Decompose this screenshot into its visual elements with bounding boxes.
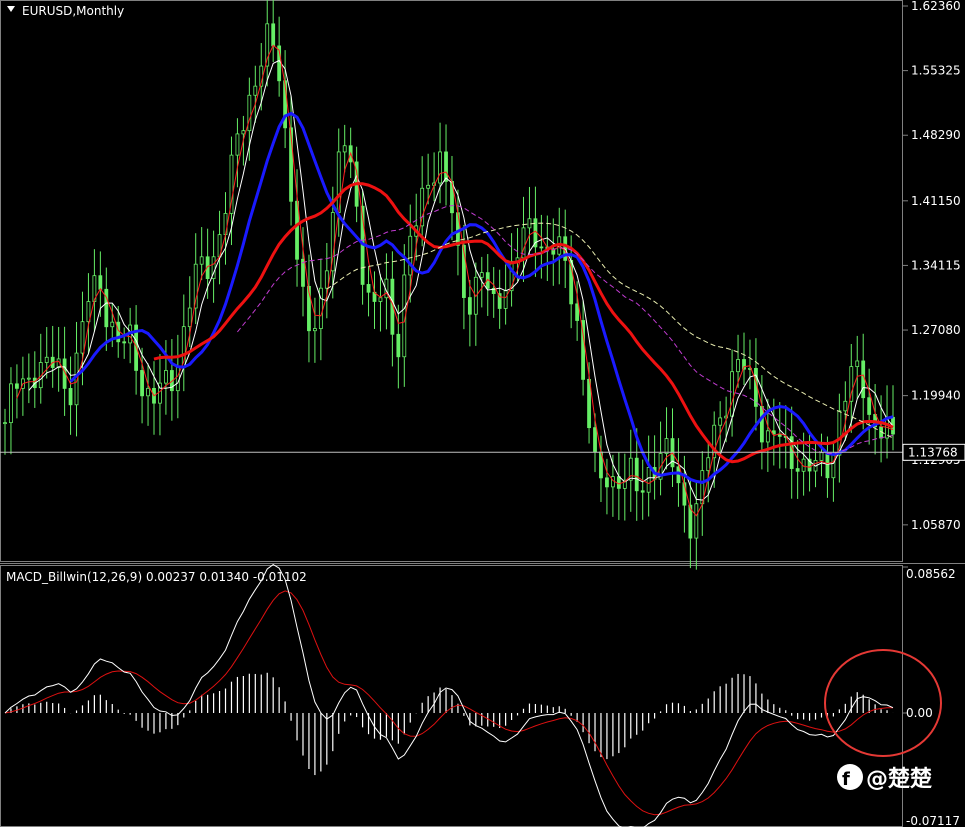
candle-body (765, 430, 770, 443)
price-tick-label: 1.55325 (911, 64, 961, 78)
candle-body (396, 333, 401, 358)
macd-tick-label: -0.07117 (906, 814, 960, 827)
candle-body (706, 457, 711, 472)
current-price-label: 1.13768 (908, 445, 958, 459)
macd-tick-label: 0.08562 (906, 567, 956, 581)
candle-body (426, 184, 431, 189)
macd-title: MACD_Billwin(12,26,9) 0.00237 0.01340 -0… (6, 570, 307, 584)
candle-body (164, 370, 168, 384)
candle-body (122, 341, 127, 344)
watermark: f @楚楚 (837, 764, 932, 792)
candle-body (861, 360, 866, 399)
candle-body (324, 270, 329, 289)
price-tick-label: 1.62360 (911, 0, 961, 13)
candle-body (26, 377, 31, 380)
dropdown-triangle-icon[interactable] (7, 6, 15, 12)
price-tick-label: 1.27080 (911, 323, 961, 337)
price-tick-label: 1.34115 (911, 258, 961, 272)
chart-window: 1.62360 1.55325 1.48290 1.41150 1.34115 1.270… (0, 0, 965, 827)
candle-body (235, 133, 240, 156)
candle-body (467, 297, 472, 315)
candle-body (199, 256, 204, 265)
candle-body (140, 370, 144, 397)
candle-body (313, 328, 317, 332)
candle-body (694, 503, 699, 539)
macd-main-line (4, 564, 894, 827)
price-tick-label: 1.05870 (911, 518, 961, 532)
candle-body (80, 321, 85, 354)
candle-body (146, 387, 150, 397)
candle-body (187, 307, 192, 328)
facebook-icon (837, 764, 863, 790)
price-tick-label: 1.48290 (911, 128, 961, 142)
price-tick-label: 1.19940 (911, 389, 961, 403)
candle-body (825, 452, 830, 479)
candle-body (247, 94, 252, 132)
price-chart-title: EURUSD,Monthly (22, 4, 124, 18)
candle-body (605, 477, 609, 488)
candle-body (438, 151, 442, 184)
candle-body (271, 23, 276, 47)
candle-body (616, 476, 621, 489)
candle-body (795, 468, 800, 472)
watermark-text: @楚楚 (866, 767, 932, 792)
candle-body (44, 356, 49, 363)
candle-body (730, 371, 734, 417)
candle-body (98, 275, 103, 290)
candle-body (366, 284, 371, 293)
candle-body (759, 405, 764, 443)
candle-body (408, 235, 413, 276)
facebook-f-glyph: f (842, 769, 850, 790)
candle-body (867, 397, 872, 415)
candle-body (610, 476, 615, 488)
candle-body (634, 457, 639, 492)
candle-body (646, 467, 651, 493)
candle-body (9, 383, 13, 424)
candle-body (15, 383, 19, 389)
candle-body (301, 258, 305, 287)
candle-body (342, 145, 347, 153)
candle-body (736, 359, 740, 373)
highlight-circle (824, 649, 942, 757)
candle-body (593, 427, 597, 453)
candle-body (444, 151, 448, 182)
candle-body (68, 388, 73, 406)
candle-body (718, 417, 723, 426)
candle-body (503, 290, 508, 309)
candle-body (110, 321, 115, 328)
candle-body (253, 85, 258, 96)
macd-signal-line (4, 590, 893, 816)
candle-body (843, 400, 848, 412)
candle-body (855, 360, 860, 368)
candle-body (819, 452, 824, 461)
price-tick-label: 1.41150 (911, 194, 961, 208)
candle-body (539, 246, 544, 249)
candle-body (3, 422, 7, 425)
candle-body (378, 297, 383, 302)
macd-tick-label: 0.00 (906, 706, 933, 720)
macd-series (4, 564, 894, 827)
candle-body (241, 130, 246, 135)
price-series (3, 0, 895, 570)
candle-body (640, 490, 645, 493)
candle-body (664, 438, 669, 454)
candle-body (575, 303, 580, 321)
price-panel-border (0, 0, 903, 562)
candle-body (479, 272, 484, 278)
